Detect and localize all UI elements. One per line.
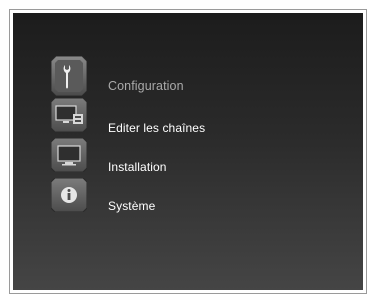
tv-menu-screen: Configuration Editer les chaînes Install…: [13, 13, 363, 290]
configuration-label: Configuration: [108, 79, 184, 93]
tv-edit-icon: [51, 98, 87, 132]
menu-item-label: Installation: [108, 160, 167, 174]
info-icon: [51, 178, 87, 212]
configuration-menu: Configuration Editer les chaînes Install…: [13, 13, 363, 290]
menu-item-label: Système: [108, 199, 156, 213]
screenshot-frame: Configuration Editer les chaînes Install…: [9, 9, 367, 294]
menu-item-label: Editer les chaînes: [108, 121, 206, 135]
wrench-icon: [51, 56, 87, 96]
tv-icon: [51, 138, 87, 172]
